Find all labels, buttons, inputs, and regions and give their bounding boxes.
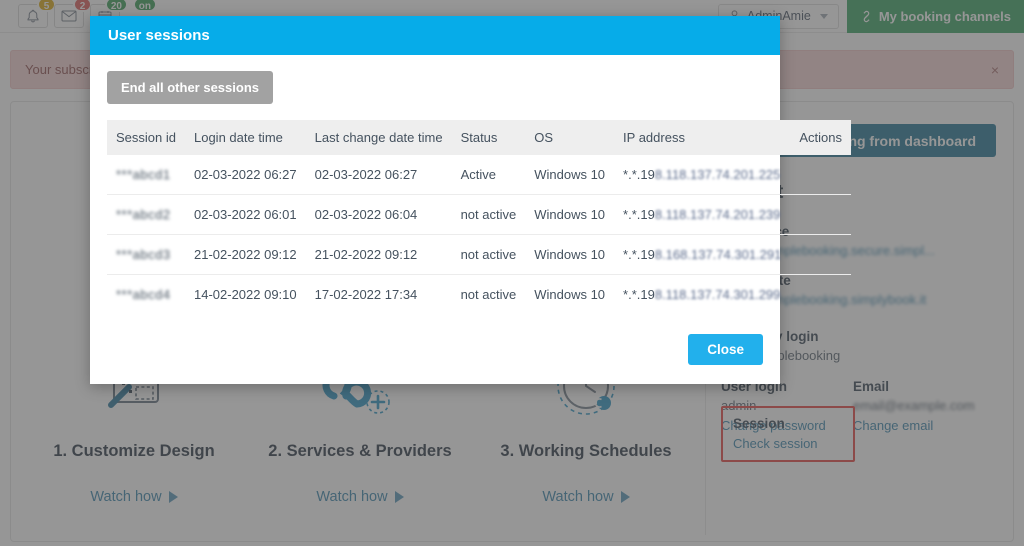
cell-ip-address: *.*.198.118.137.74.201.225 <box>614 155 791 195</box>
modal-title: User sessions <box>108 27 210 44</box>
cell-status: not active <box>451 234 526 275</box>
ip-redacted: 8.118.137.74.201.225 <box>654 167 781 182</box>
cell-actions <box>790 275 851 315</box>
cell-login-date: 21-02-2022 09:12 <box>184 234 306 275</box>
ip-prefix: *.*.19 <box>623 207 655 222</box>
cell-actions <box>790 194 851 235</box>
cell-os: Windows 10 <box>534 287 606 302</box>
column-header-session-id: Session id <box>107 120 185 155</box>
cell-ip-address: *.*.198.118.137.74.201.239 <box>614 194 791 235</box>
cell-last-change-date: 21-02-2022 09:12 <box>305 234 452 275</box>
cell-session-id: ***abcd2 <box>107 194 185 235</box>
cell-last-change-date: 02-03-2022 06:27 <box>305 155 452 195</box>
cell-status: not active <box>451 194 526 235</box>
cell-os: Windows 10 <box>525 234 615 275</box>
app-root: 5 2 20 <box>0 0 1024 546</box>
close-button[interactable]: Close <box>688 334 763 365</box>
cell-ip-address: *.*.198.118.137.74.301.299 <box>614 275 790 315</box>
ip-redacted: 8.118.137.74.201.239 <box>654 207 781 222</box>
table-row: ***abcd2 02-03-2022 06:01 02-03-2022 06:04… <box>107 194 851 235</box>
cell-login-date: 14-02-2022 09:10 <box>193 287 297 302</box>
column-header-ip-address: IP address <box>614 120 791 155</box>
cell-actions <box>790 155 851 195</box>
cell-os: Windows 10 <box>525 155 615 195</box>
column-header-status: Status <box>451 120 526 155</box>
table-row: ***abcd1 02-03-2022 06:27 02-03-2022 06:27… <box>107 155 851 195</box>
cell-os: Windows 10 <box>525 194 615 235</box>
column-header-login-date: Login date time <box>184 120 306 155</box>
ip-redacted: 8.168.137.74.301.291 <box>654 247 782 262</box>
sessions-table-body: ***abcd1 02-03-2022 06:27 02-03-2022 06:27… <box>107 155 851 314</box>
sessions-table: Session id Login date time Last change d… <box>107 120 851 314</box>
cell-session-id: ***abcd4 <box>116 287 171 302</box>
modal-header: User sessions <box>90 16 780 55</box>
cell-login-date: 02-03-2022 06:01 <box>184 194 306 235</box>
end-all-other-sessions-button[interactable]: End all other sessions <box>107 71 273 104</box>
ip-redacted: 8.118.137.74.301.299 <box>654 287 781 302</box>
cell-ip-address: *.*.198.168.137.74.301.291 <box>614 234 791 275</box>
column-header-os: OS <box>525 120 615 155</box>
ip-prefix: *.*.19 <box>623 247 655 262</box>
cell-actions <box>790 234 851 275</box>
cell-session-id: ***abcd1 <box>107 155 185 195</box>
cell-status: not active <box>460 287 517 302</box>
column-header-actions: Actions <box>790 120 851 155</box>
user-sessions-modal: User sessions End all other sessions Ses… <box>90 16 851 384</box>
table-header-row: Session id Login date time Last change d… <box>107 120 851 155</box>
ip-prefix: *.*.19 <box>623 287 655 302</box>
column-header-last-change-date: Last change date time <box>305 120 452 155</box>
table-row: ***abcd3 21-02-2022 09:12 21-02-2022 09:12… <box>107 234 851 275</box>
cell-status: Active <box>451 155 526 195</box>
cell-last-change-date: 17-02-2022 17:34 <box>314 287 418 302</box>
cell-last-change-date: 02-03-2022 06:04 <box>305 194 452 235</box>
ip-prefix: *.*.19 <box>623 167 655 182</box>
modal-body: End all other sessions Session id Login … <box>90 55 851 324</box>
cell-login-date: 02-03-2022 06:27 <box>184 155 306 195</box>
modal-footer: Close <box>90 324 780 384</box>
cell-session-id: ***abcd3 <box>107 234 185 275</box>
table-row: ***abcd4 14-02-2022 09:10 17-02-2022 17:34… <box>107 275 851 315</box>
